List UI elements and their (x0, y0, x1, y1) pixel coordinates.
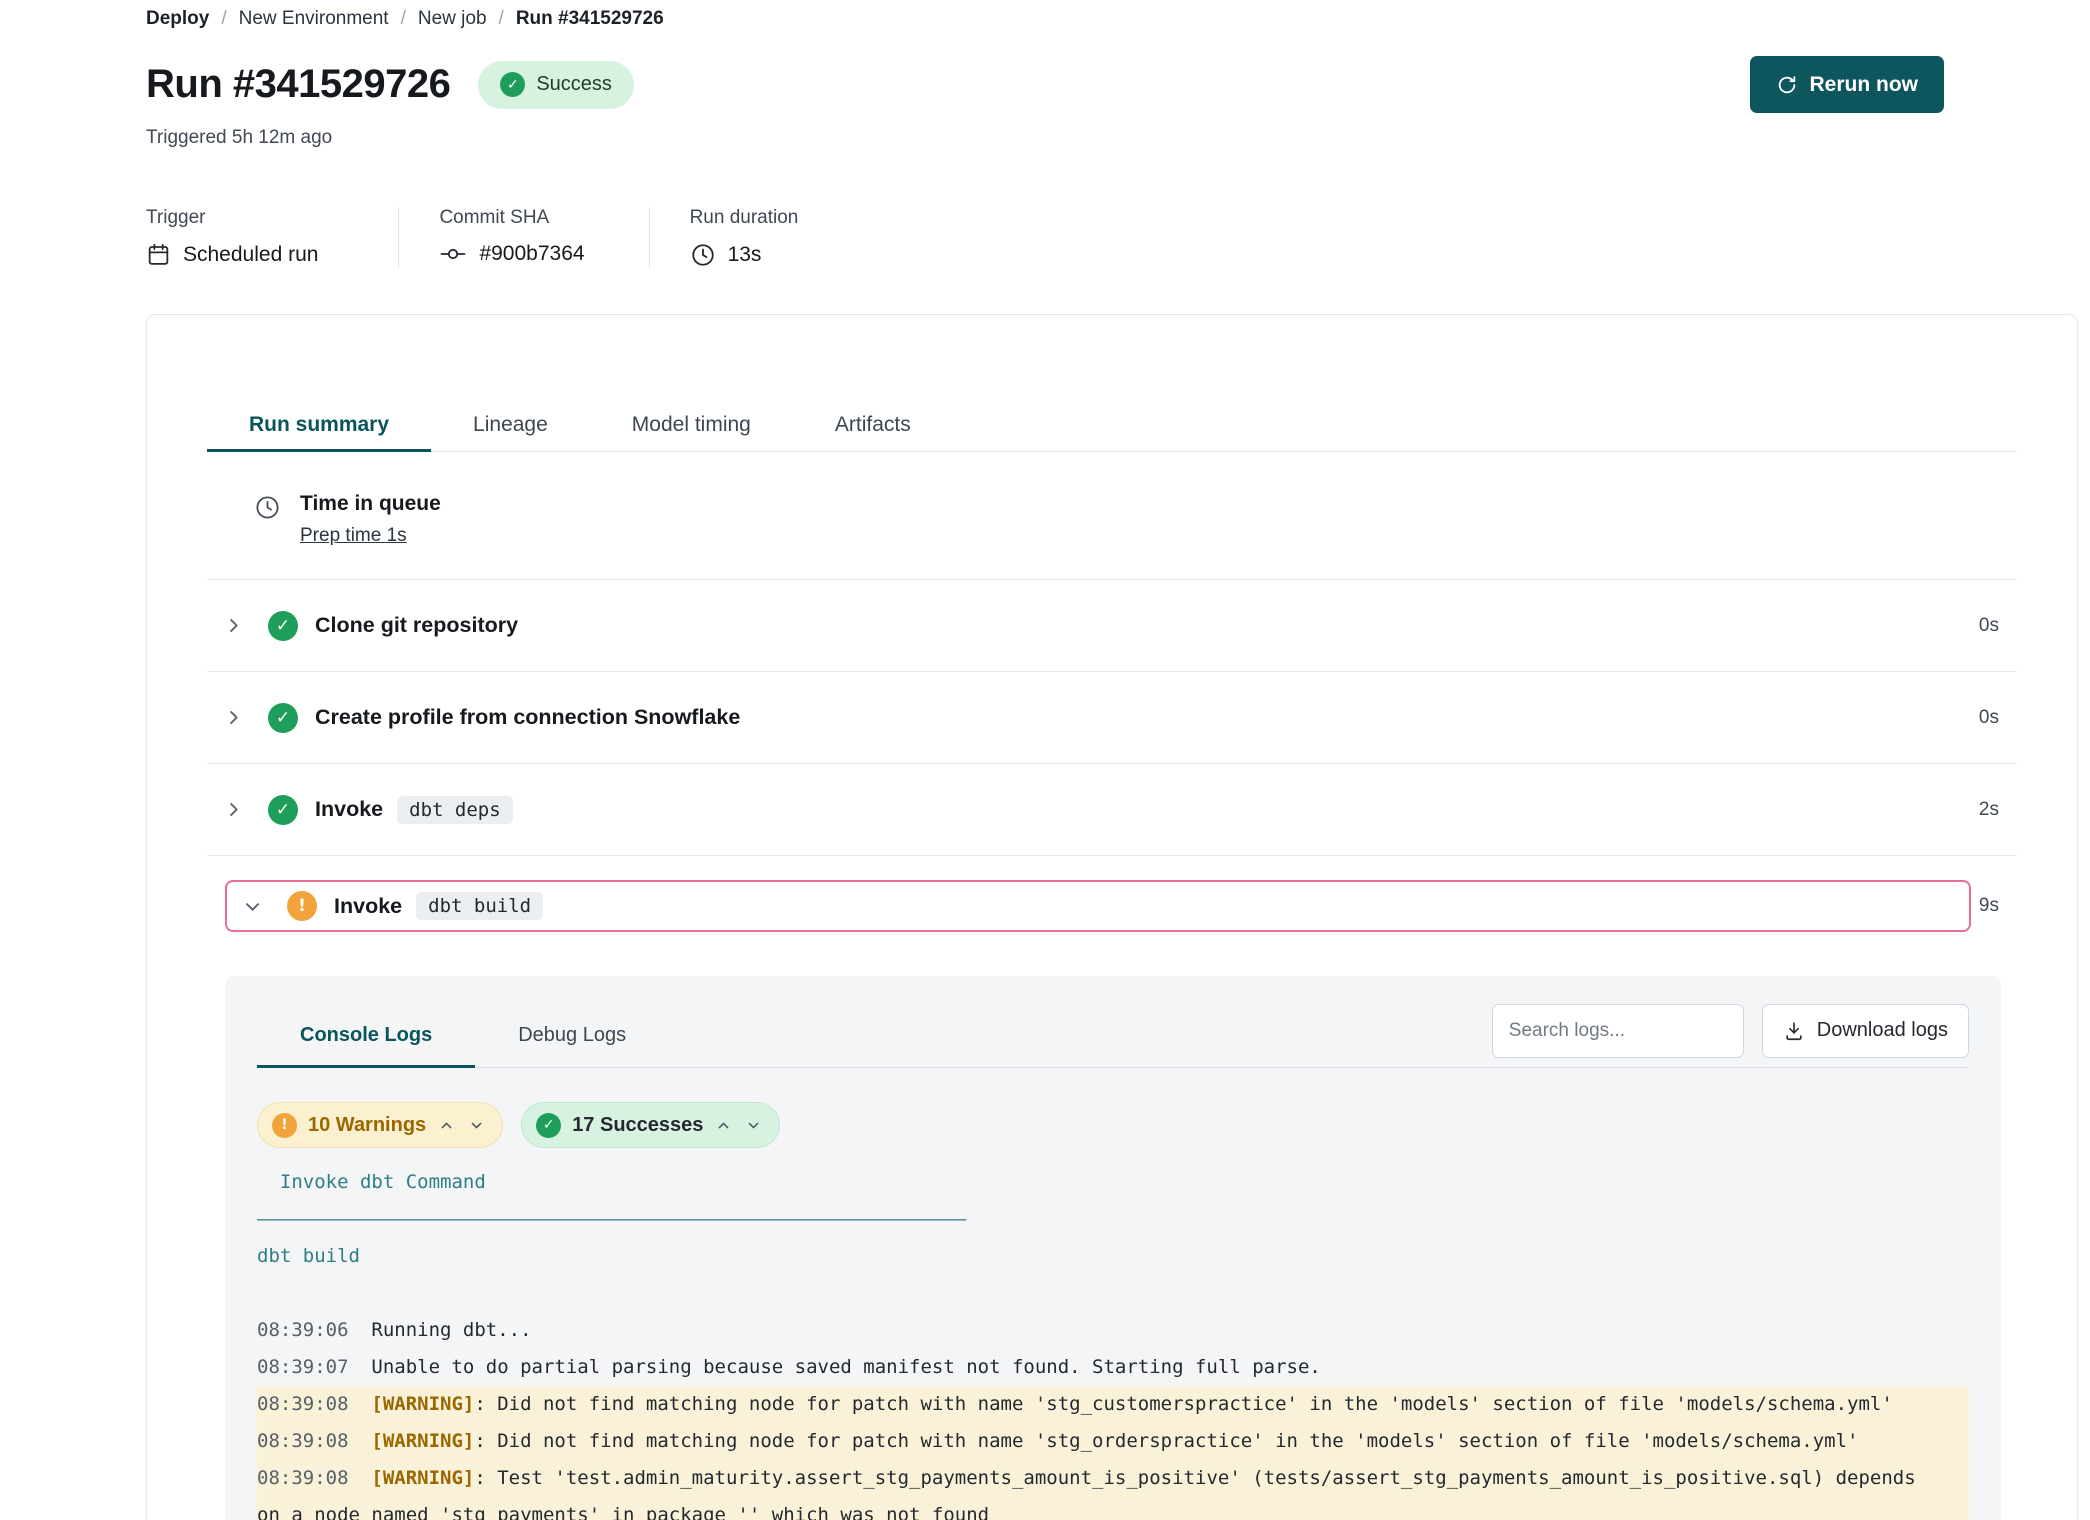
chevron-down-icon[interactable] (243, 896, 263, 916)
selected-step-box[interactable]: ! Invoke dbt build (225, 880, 1971, 932)
breadcrumb-deploy[interactable]: Deploy (146, 8, 209, 30)
command-chip: dbt deps (397, 796, 513, 824)
triggered-text: Triggered 5h 12m ago (146, 127, 1944, 149)
next-success-button[interactable] (744, 1116, 763, 1135)
log-output: Invoke dbt Command——————————————————————… (257, 1164, 1969, 1520)
step-row-clone-git[interactable]: ✓ Clone git repository 0s (207, 580, 2017, 672)
check-circle-icon: ✓ (268, 795, 298, 825)
queue-clock-icon (254, 494, 281, 547)
status-badge-label: Success (536, 73, 612, 96)
warning-icon: ! (272, 1113, 297, 1138)
command-chip: dbt build (416, 892, 543, 920)
successes-badge-label: 17 Successes (572, 1114, 703, 1137)
step-duration: 0s (1971, 707, 1999, 729)
check-circle-icon: ✓ (268, 611, 298, 641)
log-line: 08:39:07 Unable to do partial parsing be… (257, 1349, 1969, 1386)
log-line: 08:39:06 Running dbt... (257, 1312, 1969, 1349)
log-line (257, 1275, 1969, 1312)
calendar-icon (146, 242, 171, 267)
tab-console-logs[interactable]: Console Logs (257, 1002, 475, 1067)
breadcrumb-new-job[interactable]: New job (418, 8, 487, 30)
search-logs-input[interactable] (1492, 1004, 1744, 1058)
check-circle-icon: ✓ (500, 72, 525, 97)
main-tabs: Run summary Lineage Model timing Artifac… (207, 399, 2017, 452)
header: Run #341529726 ✓ Success Rerun now (146, 56, 1944, 113)
commit-icon (439, 242, 467, 266)
time-in-queue-section: Time in queue Prep time 1s (207, 452, 2017, 580)
step-title: Invoke (315, 797, 383, 822)
run-meta: Trigger Scheduled run Commit SHA #900b73… (146, 207, 1944, 268)
breadcrumb-current-run: Run #341529726 (516, 8, 664, 30)
prev-success-button[interactable] (714, 1116, 733, 1135)
step-duration: 0s (1971, 615, 1999, 637)
meta-commit-value: #900b7364 (479, 242, 584, 266)
step-title: Clone git repository (315, 613, 518, 638)
log-line: ————————————————————————————————————————… (257, 1201, 1969, 1238)
step-duration: 9s (1971, 895, 1999, 917)
rerun-icon (1776, 74, 1798, 96)
prep-time-link[interactable]: Prep time 1s (300, 525, 407, 547)
page-title: Run #341529726 (146, 62, 450, 107)
tab-debug-logs[interactable]: Debug Logs (475, 1002, 669, 1067)
meta-trigger-value: Scheduled run (183, 243, 318, 267)
clock-icon (690, 242, 716, 268)
chevron-right-icon[interactable] (224, 708, 244, 728)
chevron-down-icon (469, 1118, 484, 1133)
run-detail-page: Deploy / New Environment / New job / Run… (0, 0, 2090, 1520)
rerun-button[interactable]: Rerun now (1750, 56, 1945, 113)
chevron-right-icon[interactable] (224, 616, 244, 636)
meta-trigger: Trigger Scheduled run (146, 207, 399, 268)
log-line: 08:39:08 [WARNING]: Did not find matchin… (257, 1423, 1969, 1460)
download-icon (1783, 1020, 1805, 1042)
breadcrumb-separator: / (499, 8, 504, 30)
meta-duration-value: 13s (728, 243, 762, 267)
step-row-dbt-deps[interactable]: ✓ Invoke dbt deps 2s (207, 764, 2017, 856)
step-title: Invoke (334, 894, 402, 919)
tab-lineage[interactable]: Lineage (431, 399, 590, 451)
log-line: dbt build (257, 1238, 1969, 1275)
check-circle-icon: ✓ (536, 1113, 561, 1138)
step-row-dbt-build[interactable]: ! Invoke dbt build 9s (207, 856, 2017, 956)
meta-duration-label: Run duration (690, 207, 799, 229)
logs-panel: Console Logs Debug Logs Download logs ! … (225, 976, 2001, 1520)
step-title: Create profile from connection Snowflake (315, 705, 740, 730)
meta-duration: Run duration 13s (690, 207, 799, 268)
tab-artifacts[interactable]: Artifacts (793, 399, 953, 451)
log-line: 08:39:08 [WARNING]: Test 'test.admin_mat… (257, 1460, 1969, 1520)
log-line: Invoke dbt Command (257, 1164, 1969, 1201)
meta-trigger-label: Trigger (146, 207, 318, 229)
warnings-badge-label: 10 Warnings (308, 1114, 426, 1137)
queue-title: Time in queue (300, 492, 441, 516)
log-line: 08:39:08 [WARNING]: Did not find matchin… (257, 1386, 1969, 1423)
run-summary-card: Run summary Lineage Model timing Artifac… (146, 314, 2078, 1520)
breadcrumb: Deploy / New Environment / New job / Run… (0, 0, 2090, 30)
check-circle-icon: ✓ (268, 703, 298, 733)
download-logs-label: Download logs (1817, 1019, 1948, 1042)
prev-warning-button[interactable] (437, 1116, 456, 1135)
chevron-up-icon (439, 1118, 454, 1133)
logs-header: Console Logs Debug Logs Download logs (257, 1002, 1969, 1068)
tab-run-summary[interactable]: Run summary (207, 399, 431, 451)
log-filter-badges: ! 10 Warnings ✓ 17 Successes (257, 1102, 1969, 1148)
next-warning-button[interactable] (467, 1116, 486, 1135)
status-badge: ✓ Success (478, 61, 634, 109)
rerun-button-label: Rerun now (1810, 73, 1919, 97)
step-duration: 2s (1971, 799, 1999, 821)
meta-commit: Commit SHA #900b7364 (439, 207, 649, 268)
step-row-create-profile[interactable]: ✓ Create profile from connection Snowfla… (207, 672, 2017, 764)
chevron-up-icon (716, 1118, 731, 1133)
meta-commit-label: Commit SHA (439, 207, 584, 229)
chevron-down-icon (746, 1118, 761, 1133)
breadcrumb-separator: / (401, 8, 406, 30)
warnings-badge[interactable]: ! 10 Warnings (257, 1102, 503, 1148)
tab-model-timing[interactable]: Model timing (590, 399, 793, 451)
successes-badge[interactable]: ✓ 17 Successes (521, 1102, 780, 1148)
download-logs-button[interactable]: Download logs (1762, 1004, 1969, 1058)
warning-icon: ! (287, 891, 317, 921)
breadcrumb-new-environment[interactable]: New Environment (239, 8, 389, 30)
chevron-right-icon[interactable] (224, 800, 244, 820)
breadcrumb-separator: / (221, 8, 226, 30)
